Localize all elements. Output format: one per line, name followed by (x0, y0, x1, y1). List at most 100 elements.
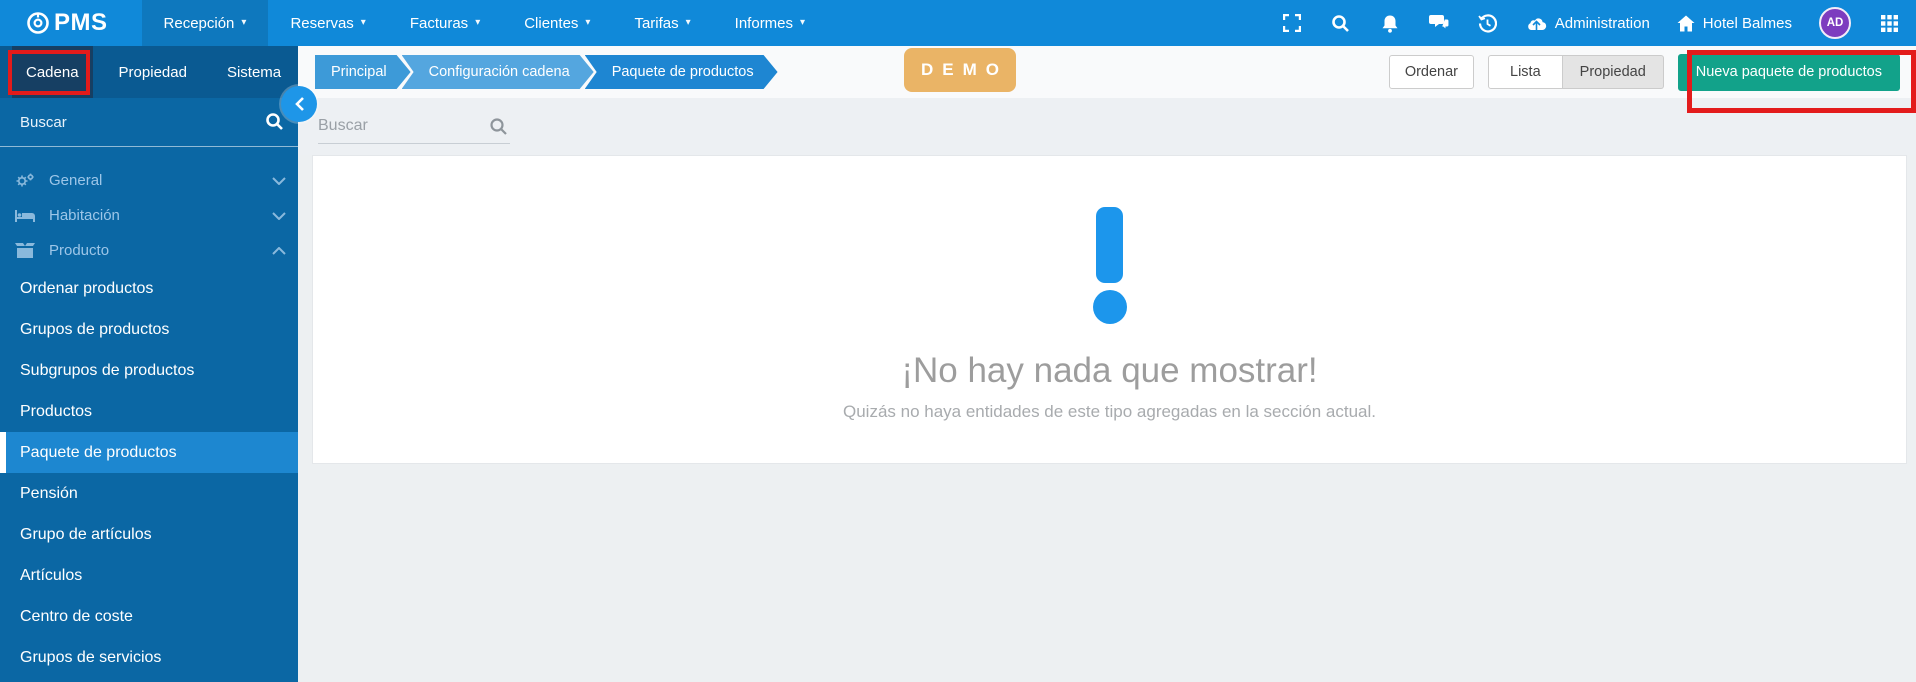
breadcrumb: Principal Configuración cadena Paquete d… (315, 55, 778, 89)
search-icon[interactable] (489, 117, 508, 136)
chevron-down-icon (272, 176, 286, 185)
sidebar-search-input[interactable] (0, 113, 250, 131)
breadcrumb-paquete-de-productos[interactable]: Paquete de productos (585, 55, 778, 89)
menu-label: Facturas (409, 14, 469, 32)
app-root: PMS Recepción ▾ Reservas ▾ Facturas ▾ Cl… (0, 0, 1916, 682)
hotel-link[interactable]: Hotel Balmes (1677, 15, 1792, 32)
menu-label: Clientes (524, 14, 579, 32)
app-logo[interactable]: PMS (26, 9, 108, 37)
content-search-input[interactable] (318, 117, 478, 135)
empty-state: ¡No hay nada que mostrar! Quizás no haya… (313, 156, 1906, 422)
crumb-label: Configuración cadena (428, 64, 570, 80)
caret-down-icon: ▾ (475, 17, 481, 28)
breadcrumb-principal[interactable]: Principal (315, 55, 411, 89)
lista-view-button[interactable]: Lista (1488, 55, 1563, 89)
search-icon[interactable] (265, 112, 284, 131)
administration-label: Administration (1554, 14, 1650, 32)
sidebar-menu: General Habitación Producto Ordenar prod… (0, 147, 298, 678)
chat-icon[interactable] (1428, 12, 1450, 34)
sidebar-group-producto[interactable]: Producto (0, 233, 298, 268)
breadcrumb-configuracion-cadena[interactable]: Configuración cadena (402, 55, 594, 89)
content-search-field (318, 110, 510, 144)
content-search-row (298, 98, 1916, 155)
item-label: Centro de coste (20, 607, 133, 625)
avatar-initials: AD (1826, 17, 1844, 29)
sidebar-item-paquete-de-productos[interactable]: Paquete de productos (0, 432, 298, 473)
sidebar-search (0, 98, 298, 147)
tab-sistema[interactable]: Sistema (213, 46, 295, 98)
caret-down-icon: ▾ (360, 17, 366, 28)
sidebar-item-pension[interactable]: Pensión (0, 473, 298, 514)
tab-label: Cadena (26, 63, 79, 81)
sidebar-item-subgrupos-de-productos[interactable]: Subgrupos de productos (0, 350, 298, 391)
tab-label: Sistema (226, 63, 282, 81)
menu-informes[interactable]: Informes ▾ (713, 0, 827, 46)
sidebar-collapse-button[interactable] (281, 86, 317, 122)
sidebar-scope-tabs: Cadena Propiedad Sistema (0, 46, 298, 98)
notifications-bell-icon[interactable] (1379, 12, 1401, 34)
crumb-label: Paquete de productos (611, 64, 754, 80)
view-toggle-group: Lista Propiedad (1488, 55, 1664, 89)
sidebar-item-articulos[interactable]: Artículos (0, 555, 298, 596)
menu-label: Tarifas (634, 14, 679, 32)
cloud-icon (1526, 16, 1547, 31)
item-label: Grupos de productos (20, 320, 170, 338)
menu-tarifas[interactable]: Tarifas ▾ (612, 0, 712, 46)
menu-clientes[interactable]: Clientes ▾ (502, 0, 612, 46)
item-label: Paquete de productos (20, 443, 177, 461)
item-label: Grupo de artículos (20, 525, 152, 543)
menu-label: Reservas (290, 14, 354, 32)
sidebar-group-general[interactable]: General (0, 163, 298, 198)
item-label: Artículos (20, 566, 83, 584)
administration-link[interactable]: Administration (1526, 15, 1650, 32)
apps-grid-icon[interactable] (1878, 12, 1900, 34)
propiedad-view-button[interactable]: Propiedad (1562, 55, 1664, 89)
sidebar-item-grupos-de-productos[interactable]: Grupos de productos (0, 309, 298, 350)
new-product-package-button[interactable]: Nueva paquete de productos (1677, 53, 1900, 91)
sidebar-item-grupos-de-servicios[interactable]: Grupos de servicios (0, 637, 298, 678)
group-label: Producto (49, 242, 110, 259)
main-menu: Recepción ▾ Reservas ▾ Facturas ▾ Client… (141, 0, 828, 46)
fullscreen-icon[interactable] (1281, 12, 1303, 34)
caret-down-icon: ▾ (585, 17, 591, 28)
caret-down-icon: ▾ (685, 17, 691, 28)
sidebar-item-grupo-de-articulos[interactable]: Grupo de artículos (0, 514, 298, 555)
sidebar-item-ordenar-productos[interactable]: Ordenar productos (0, 268, 298, 309)
box-icon (14, 242, 36, 259)
item-label: Pensión (20, 484, 78, 502)
hotel-label: Hotel Balmes (1702, 14, 1792, 32)
logo-icon (26, 11, 50, 35)
empty-state-subtitle: Quizás no haya entidades de este tipo ag… (842, 402, 1377, 421)
sidebar-item-productos[interactable]: Productos (0, 391, 298, 432)
empty-state-title: ¡No hay nada que mostrar! (901, 351, 1318, 390)
item-label: Subgrupos de productos (20, 361, 195, 379)
menu-recepcion[interactable]: Recepción ▾ (141, 0, 269, 46)
sidebar: Cadena Propiedad Sistema Buscar General … (0, 46, 298, 682)
tab-label: Propiedad (118, 63, 187, 81)
results-panel: ¡No hay nada que mostrar! Quizás no haya… (312, 155, 1907, 464)
menu-facturas[interactable]: Facturas ▾ (388, 0, 502, 46)
top-navbar: PMS Recepción ▾ Reservas ▾ Facturas ▾ Cl… (0, 0, 1916, 46)
chevron-down-icon (272, 211, 286, 220)
tab-propiedad[interactable]: Propiedad (105, 46, 201, 98)
caret-down-icon: ▾ (800, 17, 806, 28)
history-icon[interactable] (1477, 12, 1499, 34)
menu-label: Recepción (163, 14, 235, 32)
sidebar-item-centro-de-coste[interactable]: Centro de coste (0, 596, 298, 637)
ordenar-button[interactable]: Ordenar (1388, 55, 1475, 89)
user-avatar[interactable]: AD (1819, 7, 1851, 39)
group-label: Habitación (49, 207, 120, 224)
caret-down-icon: ▾ (241, 17, 247, 28)
chevron-left-icon (294, 97, 304, 111)
content-header: Principal Configuración cadena Paquete d… (298, 46, 1916, 98)
sidebar-group-habitacion[interactable]: Habitación (0, 198, 298, 233)
menu-reservas[interactable]: Reservas ▾ (268, 0, 387, 46)
tab-cadena[interactable]: Cadena (12, 46, 93, 98)
item-label: Productos (20, 402, 93, 420)
content-background (298, 464, 1916, 682)
demo-badge: DEMO (904, 48, 1016, 92)
item-label: Grupos de servicios (20, 648, 162, 666)
main-content: Principal Configuración cadena Paquete d… (298, 46, 1916, 682)
bed-icon (14, 208, 36, 224)
search-icon[interactable] (1330, 12, 1352, 34)
